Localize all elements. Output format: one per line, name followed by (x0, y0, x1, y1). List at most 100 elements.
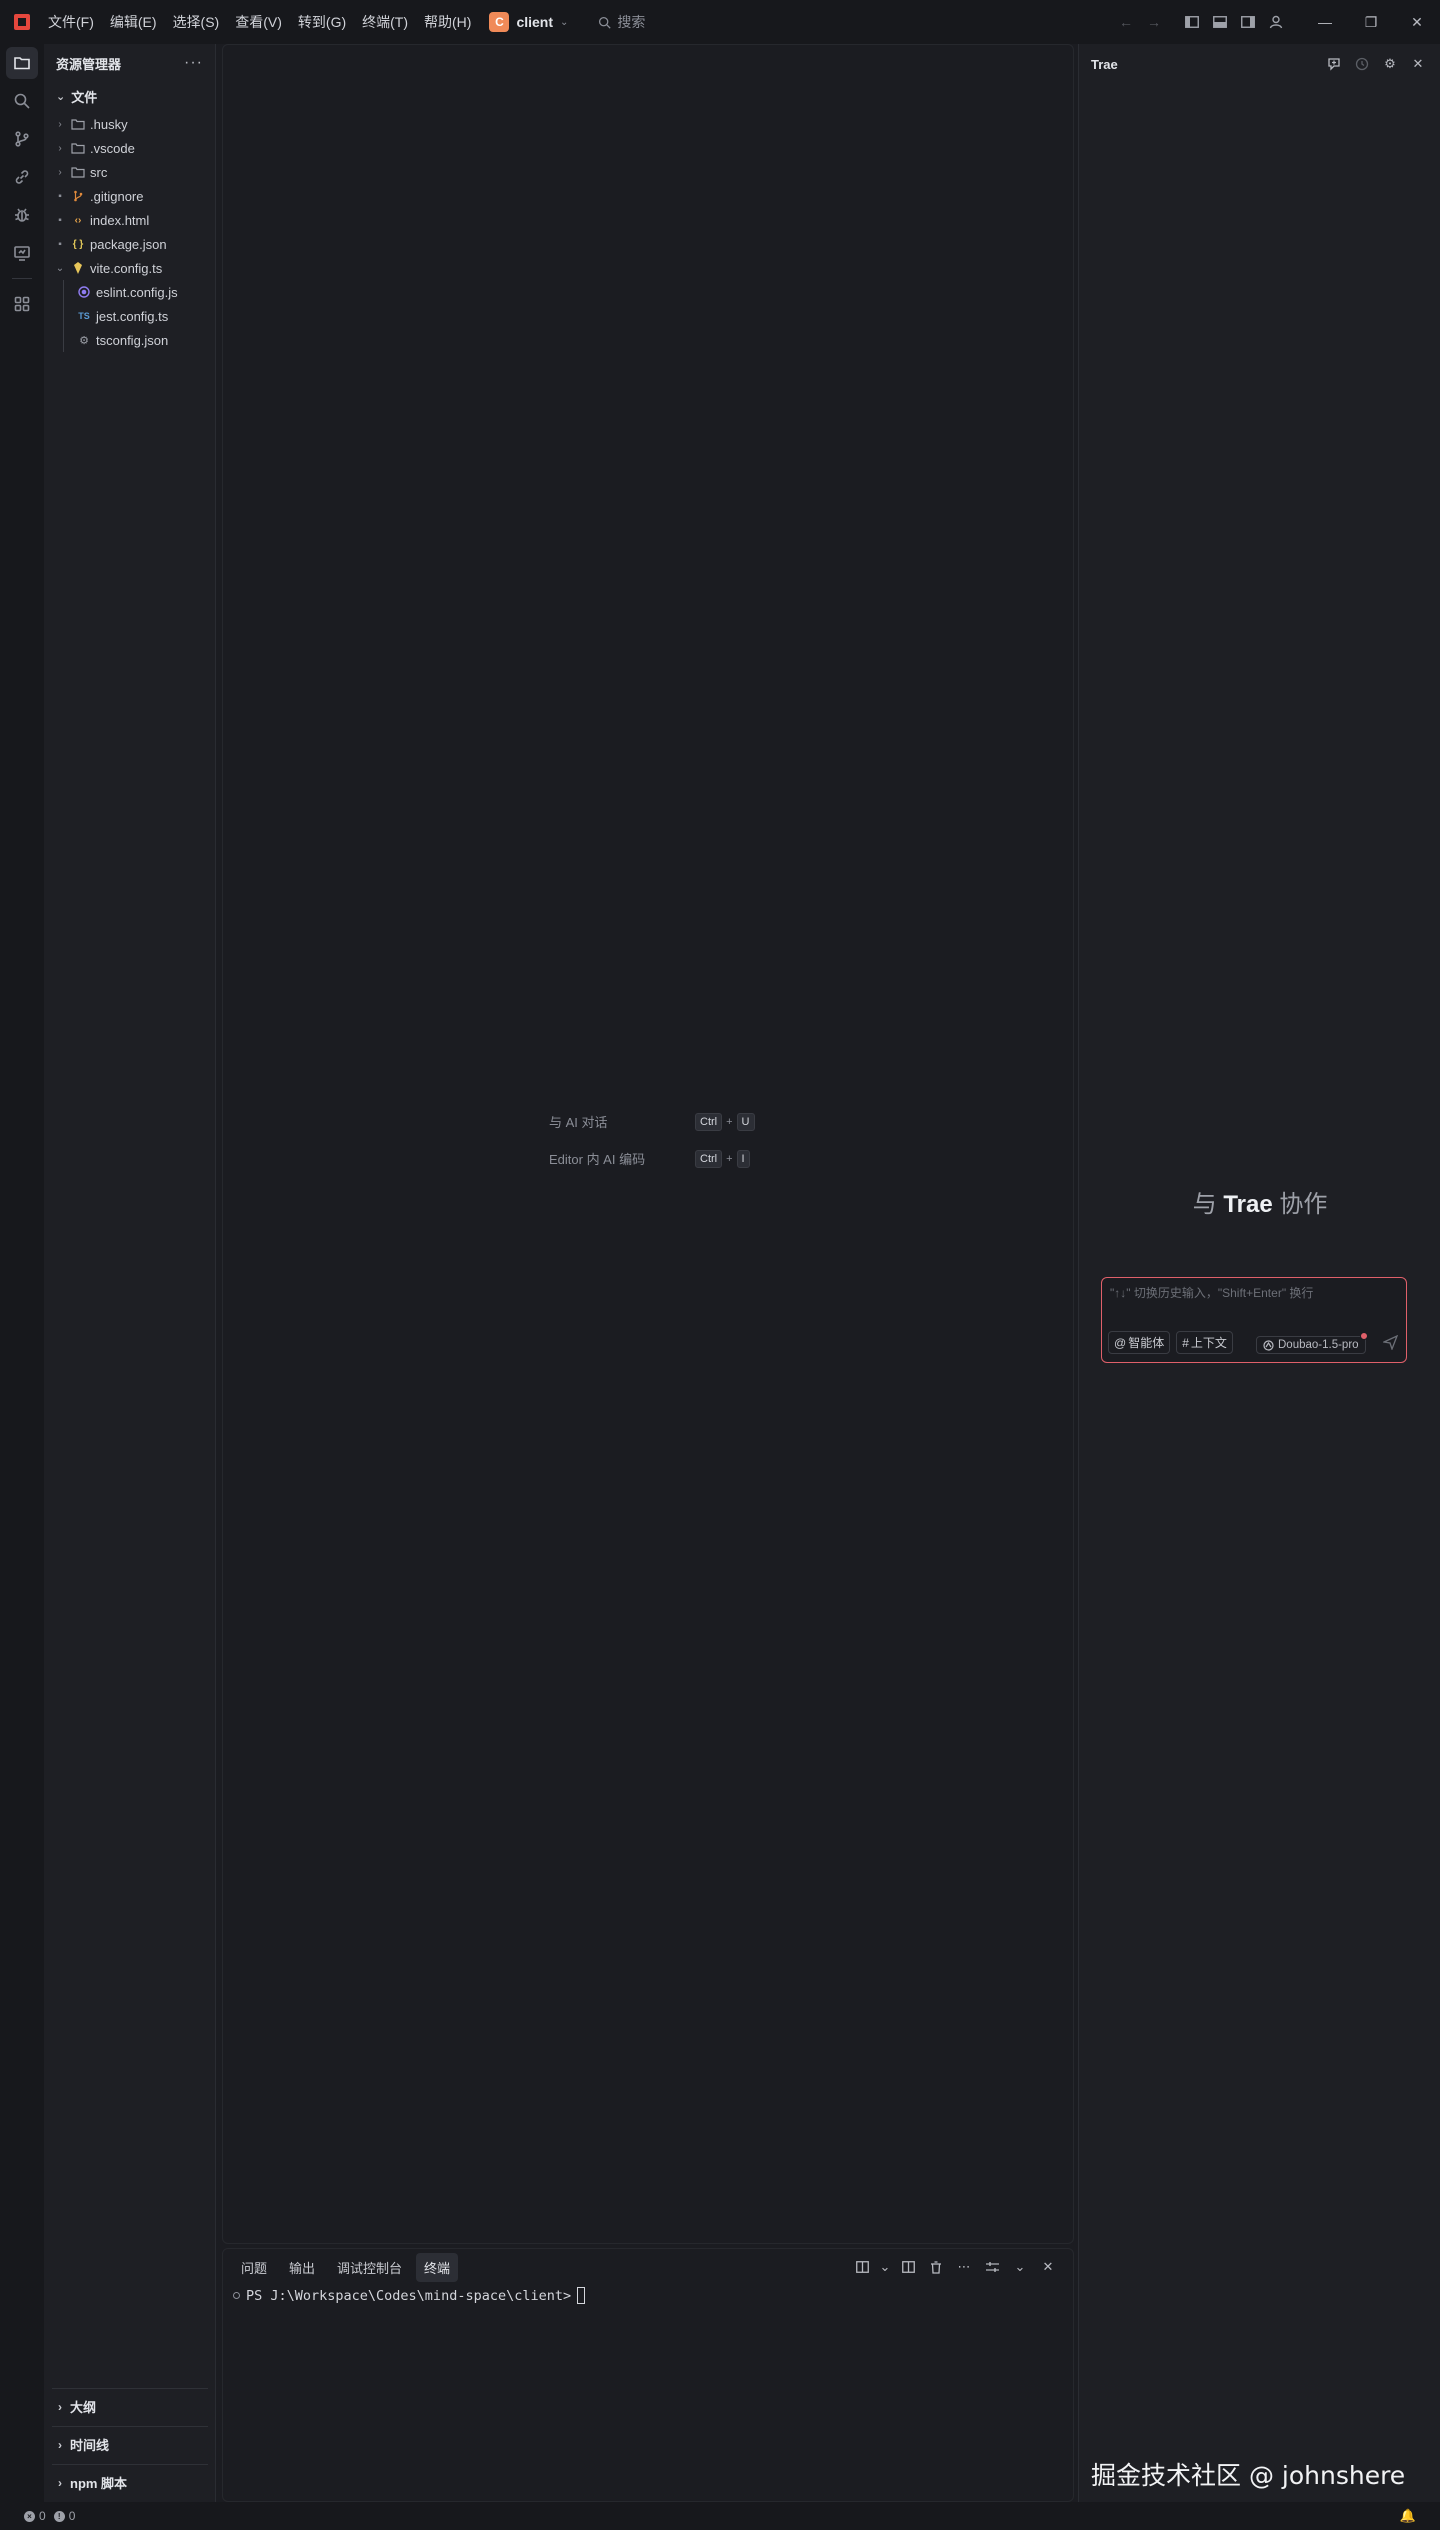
key-ctrl: Ctrl (695, 1112, 723, 1131)
tree-item-husky[interactable]: › .husky (44, 112, 215, 136)
chat-tools: @ 智能体 # 上下文 (1108, 1331, 1233, 1354)
account-icon[interactable] (1262, 8, 1290, 36)
warning-count[interactable]: 0 (69, 2509, 76, 2523)
menu-go[interactable]: 转到(G) (298, 12, 346, 32)
tree-item-tsconfig[interactable]: ⚙ tsconfig.json (44, 328, 215, 352)
menu-edit[interactable]: 编辑(E) (110, 12, 157, 32)
tree-item-src[interactable]: › src (44, 160, 215, 184)
error-icon[interactable]: × (24, 2510, 35, 2522)
html-icon: ‹› (74, 214, 82, 226)
explorer-activity[interactable] (0, 44, 44, 82)
toggle-primary-sidebar-icon[interactable] (1178, 8, 1206, 36)
command-search[interactable]: 搜索 (598, 12, 645, 32)
indent-guide (63, 328, 64, 352)
search-icon (14, 93, 30, 109)
json-icon: { } (72, 238, 84, 250)
tree-item-label: package.json (90, 236, 167, 252)
more-icon[interactable]: ⋯ (953, 2255, 975, 2279)
terminal-prompt: PS J:\Workspace\Codes\mind-space\client> (246, 2287, 572, 2304)
more-actions-icon[interactable]: ··· (184, 54, 203, 72)
split-terminal-icon[interactable] (897, 2255, 919, 2279)
restore-button[interactable]: ❐ (1348, 0, 1394, 44)
files-icon (14, 57, 30, 70)
key-i: I (736, 1149, 750, 1168)
npm-scripts-section[interactable]: › npm 脚本 (52, 2464, 208, 2500)
tree-item-label: vite.config.ts (90, 260, 163, 276)
chevron-right-icon: › (58, 2437, 62, 2452)
git-icon (70, 189, 86, 203)
chevron-down-icon[interactable]: ⌄ (879, 2255, 891, 2279)
tree-item-vite-config[interactable]: ⌄ vite.config.ts (44, 256, 215, 280)
link-icon (15, 170, 29, 184)
tab-problems[interactable]: 问题 (233, 2253, 275, 2282)
extensions-activity[interactable] (0, 285, 44, 323)
close-window-button[interactable]: ✕ (1394, 0, 1440, 44)
tree-item-gitignore[interactable]: ▪ .gitignore (44, 184, 215, 208)
context-button[interactable]: # 上下文 (1176, 1331, 1233, 1354)
new-chat-icon[interactable] (1324, 54, 1344, 74)
close-icon[interactable]: ✕ (1408, 54, 1428, 74)
model-name: Doubao-1.5-pro (1278, 1339, 1359, 1351)
npm-scripts-label: npm 脚本 (70, 2476, 128, 2491)
tree-item-package-json[interactable]: ▪ { } package.json (44, 232, 215, 256)
menu-bar: 文件(F) 编辑(E) 选择(S) 查看(V) 转到(G) 终端(T) 帮助(H… (48, 12, 471, 32)
close-panel-icon[interactable]: ✕ (1037, 2255, 1059, 2279)
debug-activity[interactable] (0, 196, 44, 234)
chat-input[interactable] (1110, 1286, 1400, 1300)
history-icon[interactable] (1352, 54, 1372, 74)
agent-button[interactable]: @ 智能体 (1108, 1331, 1171, 1354)
at-icon: @ (1114, 1335, 1127, 1350)
model-selector[interactable]: Doubao-1.5-pro (1256, 1332, 1368, 1354)
source-control-activity[interactable] (0, 120, 44, 158)
sliders-icon[interactable] (981, 2255, 1003, 2279)
tree-item-jest-config[interactable]: TS jest.config.ts (44, 304, 215, 328)
preview-activity[interactable] (0, 234, 44, 272)
arrow-left-icon[interactable]: ← (1112, 8, 1140, 36)
project-switcher[interactable]: C client ⌄ (489, 12, 568, 32)
tree-item-index-html[interactable]: ▪ ‹› index.html (44, 208, 215, 232)
activity-separator (12, 278, 32, 279)
warning-icon[interactable]: ! (53, 2510, 65, 2522)
explorer-sidebar: 资源管理器 ··· ⌄ 文件 › .husky › .vscode › src … (44, 44, 216, 2502)
tab-terminal[interactable]: 终端 (416, 2252, 459, 2282)
menu-terminal[interactable]: 终端(T) (362, 12, 408, 32)
app-logo (14, 14, 30, 30)
menu-help[interactable]: 帮助(H) (424, 12, 471, 32)
search-activity[interactable] (0, 82, 44, 120)
minimize-button[interactable]: — (1302, 0, 1348, 44)
menu-file[interactable]: 文件(F) (48, 12, 94, 32)
toggle-secondary-sidebar-icon[interactable] (1234, 8, 1262, 36)
remote-activity[interactable] (0, 158, 44, 196)
arrow-right-icon[interactable]: → (1140, 8, 1168, 36)
tree-item-label: jest.config.ts (96, 308, 169, 324)
toggle-panel-icon[interactable] (1206, 8, 1234, 36)
ai-panel-title: Trae (1091, 56, 1118, 72)
files-section-header[interactable]: ⌄ 文件 (44, 82, 215, 110)
terminal-line[interactable]: PS J:\Workspace\Codes\mind-space\client> (223, 2287, 1073, 2304)
menu-selection[interactable]: 选择(S) (173, 12, 220, 32)
tree-item-label: tsconfig.json (96, 332, 169, 348)
trash-icon[interactable] (925, 2255, 947, 2279)
tab-output[interactable]: 输出 (281, 2253, 323, 2282)
tree-item-vscode[interactable]: › .vscode (44, 136, 215, 160)
outline-section[interactable]: › 大纲 (52, 2388, 208, 2424)
eslint-icon (76, 285, 92, 299)
notifications-icon[interactable]: 🔔 (1400, 2508, 1416, 2524)
tree-item-eslint-config[interactable]: eslint.config.js (44, 280, 215, 304)
error-count[interactable]: 0 (39, 2509, 46, 2523)
menu-view[interactable]: 查看(V) (235, 12, 282, 32)
key-plus: + (726, 1152, 733, 1165)
activity-bar (0, 44, 44, 2502)
outline-label: 大纲 (70, 2400, 97, 2415)
timeline-section[interactable]: › 时间线 (52, 2426, 208, 2462)
source-control-icon (15, 131, 29, 147)
new-terminal-icon[interactable] (851, 2255, 873, 2279)
tab-debug-console[interactable]: 调试控制台 (329, 2253, 410, 2282)
chevron-down-icon[interactable]: ⌄ (1009, 2255, 1031, 2279)
folder-icon (70, 117, 86, 131)
editor-area[interactable]: 与 AI 对话 Ctrl + U Editor 内 AI 编码 Ctrl + I (222, 44, 1074, 2244)
search-icon (599, 16, 612, 29)
send-icon[interactable] (1381, 1334, 1399, 1353)
gear-icon[interactable]: ⚙ (1380, 54, 1400, 74)
agent-label: 智能体 (1128, 1336, 1165, 1350)
